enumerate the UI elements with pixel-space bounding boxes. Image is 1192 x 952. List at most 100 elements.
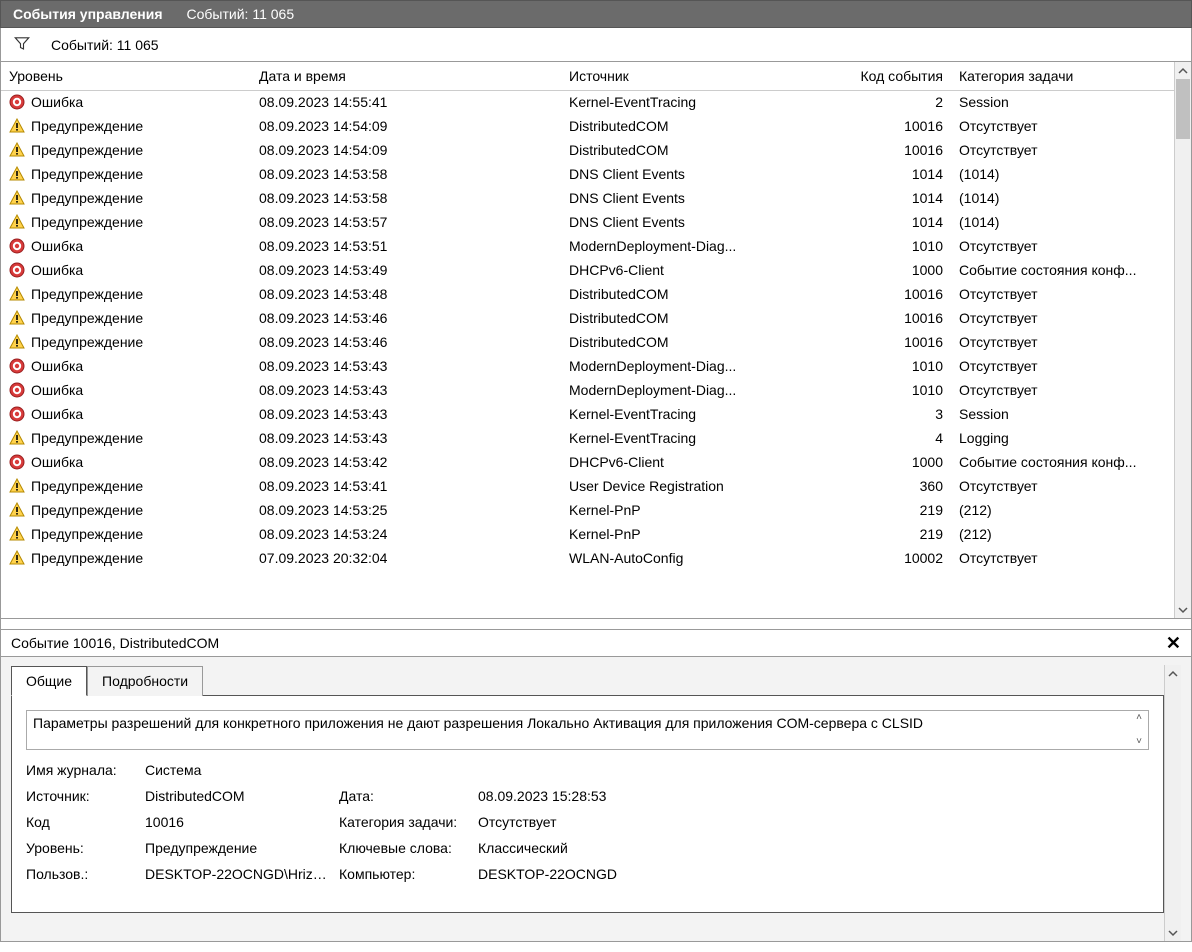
warning-icon [9,214,25,230]
table-row[interactable]: Предупреждение08.09.2023 14:54:09Distrib… [1,114,1174,138]
tab-details[interactable]: Подробности [87,666,203,696]
col-source[interactable]: Источник [561,62,851,90]
table-row[interactable]: Предупреждение08.09.2023 14:53:25Kernel-… [1,498,1174,522]
cell-source: Kernel-EventTracing [561,426,851,450]
events-table[interactable]: Уровень Дата и время Источник Код событи… [1,62,1174,570]
cell-source: DistributedCOM [561,138,851,162]
cell-code: 1010 [851,354,951,378]
table-row[interactable]: Ошибка08.09.2023 14:53:42DHCPv6-Client10… [1,450,1174,474]
table-row[interactable]: Предупреждение08.09.2023 14:53:57DNS Cli… [1,210,1174,234]
table-row[interactable]: Предупреждение08.09.2023 14:54:09Distrib… [1,138,1174,162]
warning-icon [9,286,25,302]
cell-category: Отсутствует [951,354,1174,378]
warning-icon [9,190,25,206]
table-row[interactable]: Ошибка08.09.2023 14:53:43ModernDeploymen… [1,354,1174,378]
value-code: 10016 [145,814,335,830]
tab-general[interactable]: Общие [11,666,87,696]
detail-header: Событие 10016, DistributedCOM ✕ [0,629,1192,657]
level-label: Предупреждение [31,214,143,230]
label-source: Источник: [26,788,141,804]
close-icon[interactable]: ✕ [1166,633,1181,654]
cell-source: Kernel-PnP [561,522,851,546]
cell-datetime: 08.09.2023 14:53:43 [251,354,561,378]
detail-scroll-down-icon[interactable] [1165,924,1181,941]
cell-source: DNS Client Events [561,162,851,186]
table-row[interactable]: Предупреждение 08.09.2023 14:53:46Distrib… [1,306,1174,330]
detail-body: Общие Подробности Параметры разрешений д… [0,657,1192,942]
col-level[interactable]: Уровень [1,62,251,90]
cell-code: 360 [851,474,951,498]
table-scrollbar[interactable] [1174,62,1191,618]
level-label: Предупреждение [31,310,143,326]
cell-code: 10016 [851,138,951,162]
cell-code: 1014 [851,186,951,210]
table-row[interactable]: Предупреждение08.09.2023 14:53:48Distrib… [1,282,1174,306]
table-row[interactable]: Предупреждение08.09.2023 14:53:58DNS Cli… [1,186,1174,210]
table-row[interactable]: Предупреждение08.09.2023 14:53:24Kernel-… [1,522,1174,546]
cell-datetime: 08.09.2023 14:53:46 [251,306,561,330]
cell-datetime: 08.09.2023 14:53:51 [251,234,561,258]
cell-category: Событие состояния конф... [951,450,1174,474]
cell-code: 3 [851,402,951,426]
mini-scroll-up-icon[interactable]: ˄ [1132,713,1146,723]
mini-scroll-down-icon[interactable]: ˅ [1132,737,1146,747]
table-row[interactable]: Предупреждение08.09.2023 14:53:58DNS Cli… [1,162,1174,186]
cell-category: Отсутствует [951,114,1174,138]
warning-icon [9,430,25,446]
label-keywords: Ключевые слова: [339,840,474,856]
cell-datetime: 08.09.2023 14:53:48 [251,282,561,306]
label-category: Категория задачи: [339,814,474,830]
table-row[interactable]: Ошибка08.09.2023 14:53:49DHCPv6-Client10… [1,258,1174,282]
col-category[interactable]: Категория задачи [951,62,1174,90]
cell-source: DNS Client Events [561,210,851,234]
event-description: Параметры разрешений для конкретного при… [33,715,923,731]
cell-source: DistributedCOM [561,330,851,354]
cell-datetime: 08.09.2023 14:53:25 [251,498,561,522]
description-scroll[interactable]: ˄ ˅ [1132,713,1146,747]
event-description-box[interactable]: Параметры разрешений для конкретного при… [26,710,1149,750]
cell-category: (212) [951,498,1174,522]
value-log: Система [145,762,1149,778]
cell-code: 10016 [851,306,951,330]
value-category: Отсутствует [478,814,1149,830]
table-row[interactable]: Ошибка08.09.2023 14:53:43ModernDeploymen… [1,378,1174,402]
value-computer: DESKTOP-22OCNGD [478,866,1149,882]
table-row[interactable]: Ошибка08.09.2023 14:55:41Kernel-EventTra… [1,90,1174,114]
col-code[interactable]: Код события [851,62,951,90]
cell-source: DistributedCOM [561,282,851,306]
cell-datetime: 08.09.2023 14:53:43 [251,426,561,450]
cell-source: ModernDeployment-Diag... [561,378,851,402]
detail-scroll-up-icon[interactable] [1165,665,1181,682]
table-row[interactable]: Ошибка 08.09.2023 14:53:51ModernDeploymen… [1,234,1174,258]
label-log: Имя журнала: [26,762,141,778]
cell-category: Отсутствует [951,378,1174,402]
warning-icon [9,502,25,518]
scroll-up-icon[interactable] [1175,62,1191,79]
table-row[interactable]: Предупреждение08.09.2023 14:53:46Distrib… [1,330,1174,354]
cell-datetime: 08.09.2023 14:53:49 [251,258,561,282]
error-icon [9,454,25,470]
level-label: Ошибка [31,358,83,374]
label-code: Код [26,814,141,830]
detail-title: Событие 10016, DistributedCOM [11,635,219,651]
col-datetime[interactable]: Дата и время [251,62,561,90]
cell-source: DistributedCOM [561,306,851,330]
detail-scrollbar[interactable] [1164,665,1181,941]
cell-datetime: 08.09.2023 14:53:58 [251,162,561,186]
cell-category: Отсутствует [951,138,1174,162]
filter-icon[interactable] [13,34,31,55]
scroll-thumb[interactable] [1176,79,1190,139]
cell-source: ModernDeployment-Diag... [561,234,851,258]
value-user: DESKTOP-22OCNGD\Hrizmor [145,866,335,882]
warning-icon [9,334,25,350]
table-row[interactable]: Предупреждение08.09.2023 14:53:43Kernel-… [1,426,1174,450]
cell-datetime: 08.09.2023 14:53:43 [251,378,561,402]
table-row[interactable]: Предупреждение08.09.2023 14:53:41User De… [1,474,1174,498]
scroll-down-icon[interactable] [1175,601,1191,618]
level-label: Ошибка [31,238,83,254]
table-row[interactable]: Предупреждение07.09.2023 20:32:04WLAN-Au… [1,546,1174,570]
table-row[interactable]: Ошибка08.09.2023 14:53:43Kernel-EventTra… [1,402,1174,426]
detail-tabs: Общие Подробности [11,665,1164,695]
cell-category: (1014) [951,162,1174,186]
level-label: Предупреждение [31,478,143,494]
